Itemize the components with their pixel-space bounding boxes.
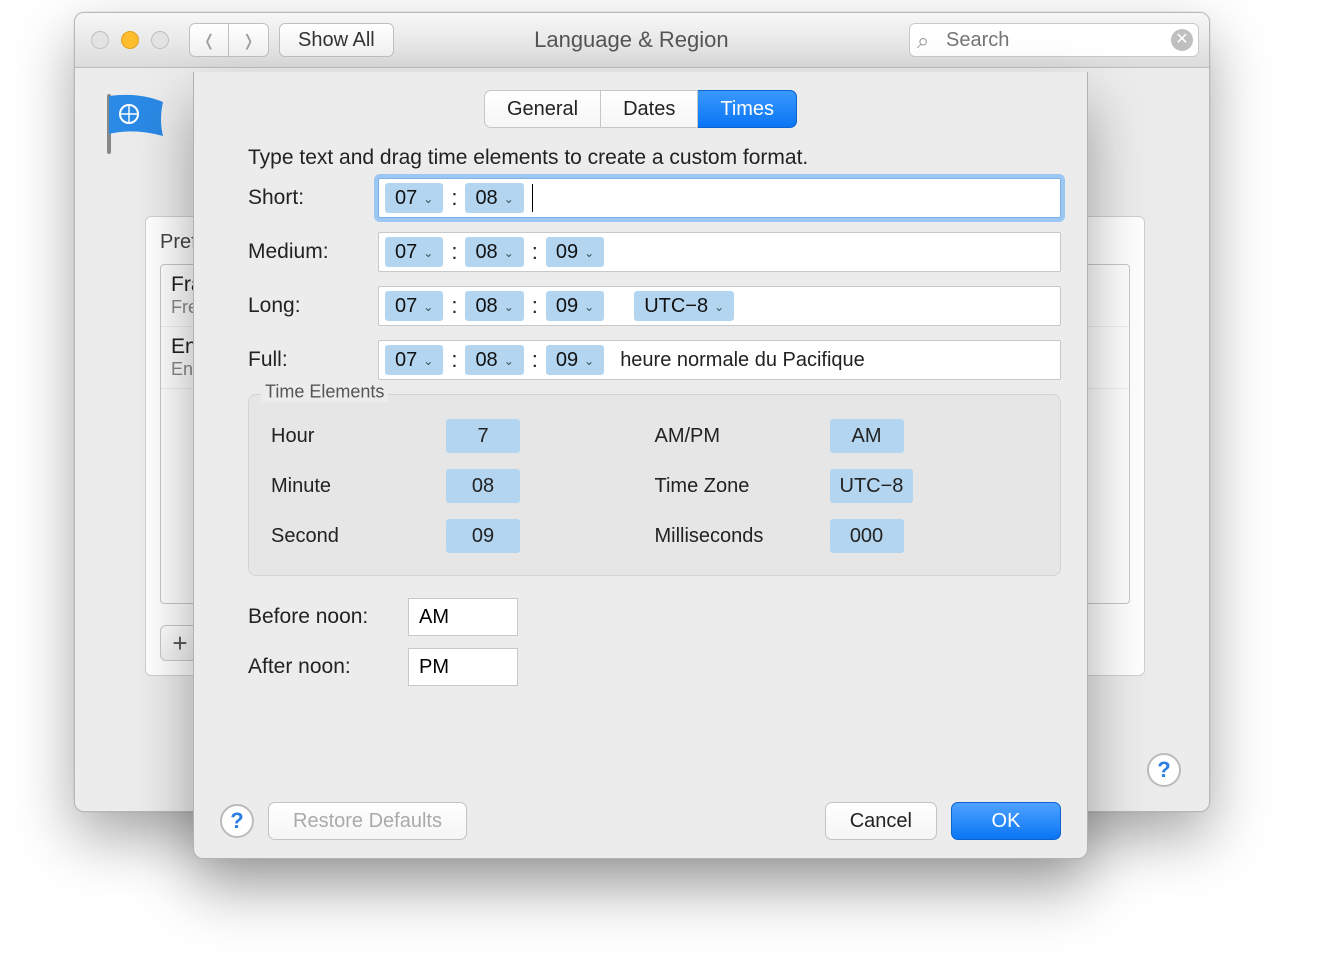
separator: : <box>449 185 459 211</box>
chevron-down-icon: ⌄ <box>504 246 514 260</box>
help-button[interactable]: ? <box>220 804 254 838</box>
format-row-full: Full: 07⌄ : 08⌄ : 09⌄ heure normale du P… <box>248 340 1061 380</box>
advanced-formats-sheet: General Dates Times Type text and drag t… <box>193 72 1088 859</box>
chevron-down-icon: ⌄ <box>423 300 433 314</box>
ok-button[interactable]: OK <box>951 802 1061 840</box>
chevron-down-icon: ⌄ <box>423 354 433 368</box>
separator: : <box>449 239 459 265</box>
hour-token[interactable]: 07⌄ <box>385 291 443 321</box>
minute-token[interactable]: 08⌄ <box>465 291 523 321</box>
element-timezone[interactable]: UTC−8 <box>830 469 914 503</box>
chevron-down-icon: ⌄ <box>423 246 433 260</box>
separator: : <box>530 347 540 373</box>
search-input[interactable] <box>909 23 1199 57</box>
help-button[interactable]: ? <box>1147 753 1181 787</box>
instruction-text: Type text and drag time elements to crea… <box>220 146 1061 170</box>
timezone-token[interactable]: UTC−8⌄ <box>634 291 734 321</box>
element-label-hour: Hour <box>271 425 446 448</box>
format-row-short: Short: 07⌄ : 08⌄ <box>248 178 1061 218</box>
chevron-down-icon: ⌄ <box>504 354 514 368</box>
row-label: Medium: <box>248 240 378 264</box>
before-noon-row: Before noon: <box>248 598 1061 636</box>
search-field[interactable]: ⌕ ✕ <box>909 23 1199 57</box>
separator: : <box>449 293 459 319</box>
after-noon-label: After noon: <box>248 655 408 679</box>
window-controls <box>91 31 169 49</box>
element-hour[interactable]: 7 <box>446 419 520 453</box>
separator: : <box>530 239 540 265</box>
hour-token[interactable]: 07⌄ <box>385 183 443 213</box>
timezone-name-text: heure normale du Pacifique <box>610 349 865 372</box>
hour-token[interactable]: 07⌄ <box>385 237 443 267</box>
titlebar: ‹ › Show All Language & Region ⌕ ✕ <box>75 13 1209 68</box>
zoom-window-button[interactable] <box>151 31 169 49</box>
chevron-right-icon: › <box>245 17 252 64</box>
forward-button[interactable]: › <box>229 23 269 57</box>
after-noon-row: After noon: <box>248 648 1061 686</box>
tab-dates[interactable]: Dates <box>601 90 698 128</box>
minute-token[interactable]: 08⌄ <box>465 237 523 267</box>
close-window-button[interactable] <box>91 31 109 49</box>
separator: : <box>449 347 459 373</box>
minute-token[interactable]: 08⌄ <box>465 183 523 213</box>
second-token[interactable]: 09⌄ <box>546 291 604 321</box>
row-label: Full: <box>248 348 378 372</box>
element-label-timezone: Time Zone <box>655 475 830 498</box>
chevron-down-icon: ⌄ <box>584 300 594 314</box>
time-elements-group: Time Elements Hour7 Minute08 Second09 AM… <box>248 394 1061 576</box>
element-label-second: Second <box>271 525 446 548</box>
element-minute[interactable]: 08 <box>446 469 520 503</box>
search-icon: ⌕ <box>917 28 929 54</box>
chevron-down-icon: ⌄ <box>504 300 514 314</box>
second-token[interactable]: 09⌄ <box>546 237 604 267</box>
full-format-field[interactable]: 07⌄ : 08⌄ : 09⌄ heure normale du Pacifiq… <box>378 340 1061 380</box>
restore-defaults-button[interactable]: Restore Defaults <box>268 802 467 840</box>
hour-token[interactable]: 07⌄ <box>385 345 443 375</box>
row-label: Long: <box>248 294 378 318</box>
element-label-ampm: AM/PM <box>655 425 830 448</box>
clear-search-button[interactable]: ✕ <box>1171 29 1193 51</box>
medium-format-field[interactable]: 07⌄ : 08⌄ : 09⌄ <box>378 232 1061 272</box>
element-label-minute: Minute <box>271 475 446 498</box>
before-noon-label: Before noon: <box>248 605 408 629</box>
sheet-footer: ? Restore Defaults Cancel OK <box>194 802 1087 840</box>
cancel-button[interactable]: Cancel <box>825 802 937 840</box>
short-format-field[interactable]: 07⌄ : 08⌄ <box>378 178 1061 218</box>
chevron-down-icon: ⌄ <box>584 354 594 368</box>
show-all-button[interactable]: Show All <box>279 23 394 57</box>
window-title: Language & Region <box>404 27 899 53</box>
separator: : <box>530 293 540 319</box>
tab-times[interactable]: Times <box>698 90 797 128</box>
chevron-down-icon: ⌄ <box>714 300 724 314</box>
second-token[interactable]: 09⌄ <box>546 345 604 375</box>
element-label-milliseconds: Milliseconds <box>655 525 830 548</box>
chevron-down-icon: ⌄ <box>423 192 433 206</box>
nav-buttons: ‹ › <box>189 23 269 57</box>
element-second[interactable]: 09 <box>446 519 520 553</box>
format-row-medium: Medium: 07⌄ : 08⌄ : 09⌄ <box>248 232 1061 272</box>
chevron-down-icon: ⌄ <box>504 192 514 206</box>
before-noon-input[interactable] <box>408 598 518 636</box>
format-row-long: Long: 07⌄ : 08⌄ : 09⌄ UTC−8⌄ <box>248 286 1061 326</box>
group-legend: Time Elements <box>261 381 388 402</box>
text-cursor <box>532 184 533 212</box>
chevron-down-icon: ⌄ <box>584 246 594 260</box>
element-milliseconds[interactable]: 000 <box>830 519 904 553</box>
tab-general[interactable]: General <box>484 90 601 128</box>
back-button[interactable]: ‹ <box>189 23 229 57</box>
chevron-left-icon: ‹ <box>205 17 212 64</box>
after-noon-input[interactable] <box>408 648 518 686</box>
minimize-window-button[interactable] <box>121 31 139 49</box>
long-format-field[interactable]: 07⌄ : 08⌄ : 09⌄ UTC−8⌄ <box>378 286 1061 326</box>
minute-token[interactable]: 08⌄ <box>465 345 523 375</box>
element-ampm[interactable]: AM <box>830 419 904 453</box>
row-label: Short: <box>248 186 378 210</box>
format-tabs: General Dates Times <box>220 90 1061 128</box>
